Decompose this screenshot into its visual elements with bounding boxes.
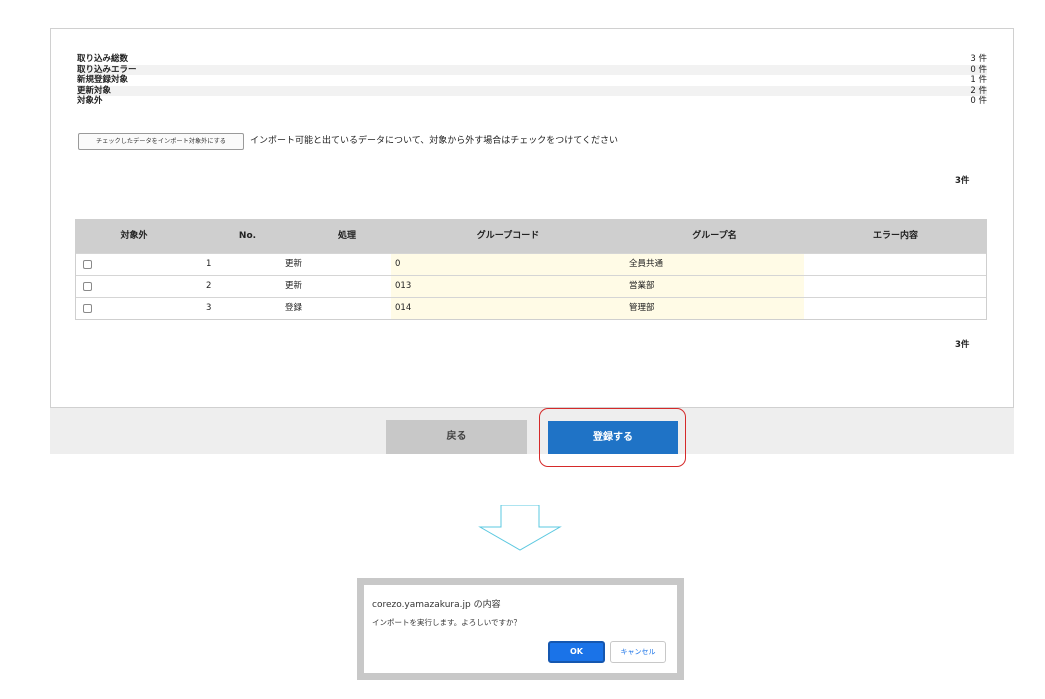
column-header-action[interactable]: 処理 (303, 220, 391, 253)
import-table: 対象外 No. 処理 グループコード グループ名 エラー内容 1 更新 0 全員… (75, 219, 987, 320)
result-count: 3件 (955, 176, 970, 186)
table-row: 3 登録 014 管理部 (76, 297, 986, 319)
summary-count: 3 件 (970, 54, 987, 64)
summary-row-errors: 取り込みエラー 0 件 (77, 64, 987, 76)
row-group-code: 014 (391, 298, 625, 319)
column-header-group-name[interactable]: グループ名 (625, 220, 804, 253)
row-group-name: 営業部 (625, 276, 804, 297)
dialog-title: corezo.yamazakura.jp の内容 (372, 600, 501, 610)
row-action: 登録 (285, 303, 303, 313)
row-no: 2 (206, 281, 212, 291)
summary-count: 0 件 (970, 96, 987, 107)
row-group-code: 0 (391, 254, 625, 275)
result-count-bottom: 3件 (955, 340, 970, 350)
table-row: 1 更新 0 全員共通 (76, 253, 986, 275)
import-summary: 取り込み総数 3 件 取り込みエラー 0 件 新規登録対象 1 件 更新対象 2… (77, 54, 987, 107)
summary-row-excluded: 対象外 0 件 (77, 96, 987, 107)
table-header: 対象外 No. 処理 グループコード グループ名 エラー内容 (76, 220, 986, 253)
exclude-instruction: インポート可能と出ているデータについて、対象から外す場合はチェックをつけてくださ… (250, 136, 619, 146)
cancel-button[interactable]: キャンセル (610, 641, 666, 663)
table-row: 2 更新 013 営業部 (76, 275, 986, 297)
row-error (804, 276, 987, 297)
column-header-error[interactable]: エラー内容 (804, 220, 987, 253)
row-action: 更新 (285, 259, 303, 269)
summary-row-new: 新規登録対象 1 件 (77, 75, 987, 86)
summary-label: 取り込みエラー (77, 64, 137, 75)
row-group-code: 013 (391, 276, 625, 297)
row-no: 3 (206, 303, 212, 313)
dialog-message: インポートを実行します。よろしいですか？ (372, 618, 522, 627)
summary-label: 新規登録対象 (77, 75, 129, 86)
row-group-name: 管理部 (625, 298, 804, 319)
row-group-name: 全員共通 (625, 254, 804, 275)
summary-count: 0 件 (970, 64, 987, 75)
summary-label: 取り込み総数 (77, 54, 129, 64)
summary-count: 1 件 (970, 75, 987, 86)
summary-label: 更新対象 (77, 85, 112, 96)
row-no: 1 (206, 259, 212, 269)
down-arrow-icon (478, 505, 562, 551)
summary-row-update: 更新対象 2 件 (77, 85, 987, 97)
column-header-no[interactable]: No. (192, 220, 303, 253)
ok-button[interactable]: OK (548, 641, 605, 663)
back-button[interactable]: 戻る (386, 420, 527, 454)
column-header-exclude[interactable]: 対象外 (76, 220, 192, 253)
exclude-checkbox[interactable] (83, 282, 92, 291)
summary-row-total: 取り込み総数 3 件 (77, 54, 987, 65)
exclude-checkbox[interactable] (83, 260, 92, 269)
row-action: 更新 (285, 281, 303, 291)
footer-action-bar (50, 408, 1014, 454)
exclude-checked-button[interactable]: チェックしたデータをインポート対象外にする (78, 133, 244, 150)
row-error (804, 298, 987, 319)
register-button[interactable]: 登録する (548, 421, 678, 454)
summary-label: 対象外 (77, 96, 103, 107)
column-header-group-code[interactable]: グループコード (391, 220, 625, 253)
exclude-checkbox[interactable] (83, 304, 92, 313)
summary-count: 2 件 (970, 85, 987, 96)
row-error (804, 254, 987, 275)
